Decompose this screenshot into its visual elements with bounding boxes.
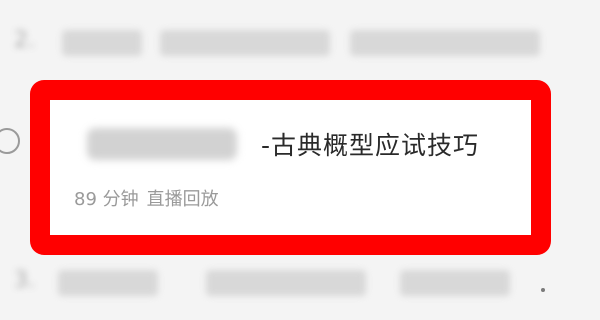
blurred-text (350, 30, 540, 56)
list-item-previous[interactable]: 2. (0, 18, 600, 66)
duration-label: 89 分钟 (74, 189, 139, 210)
list-item-next[interactable]: 3. (0, 258, 600, 306)
replay-type-label: 直播回放 (146, 189, 219, 210)
list-item-number: 2. (14, 28, 35, 53)
list-item-title: -古典概型应试技巧 (87, 126, 479, 164)
course-list-screen: 2. -古典概型应试技巧 89 分钟 直播回放 3. (0, 0, 600, 320)
list-item-meta: 89 分钟 直播回放 (74, 185, 219, 211)
list-item-number: 3. (14, 268, 35, 293)
blurred-text (206, 270, 366, 296)
lesson-title-suffix: -古典概型应试技巧 (261, 131, 480, 160)
blurred-text (160, 30, 330, 56)
highlighted-list-item[interactable]: -古典概型应试技巧 89 分钟 直播回放 (30, 80, 551, 255)
blurred-lesson-name (87, 128, 237, 160)
decorative-dot (541, 288, 545, 292)
blurred-text (62, 30, 142, 56)
radio-icon[interactable] (0, 128, 20, 154)
blurred-text (400, 270, 510, 296)
blurred-text (58, 270, 158, 296)
